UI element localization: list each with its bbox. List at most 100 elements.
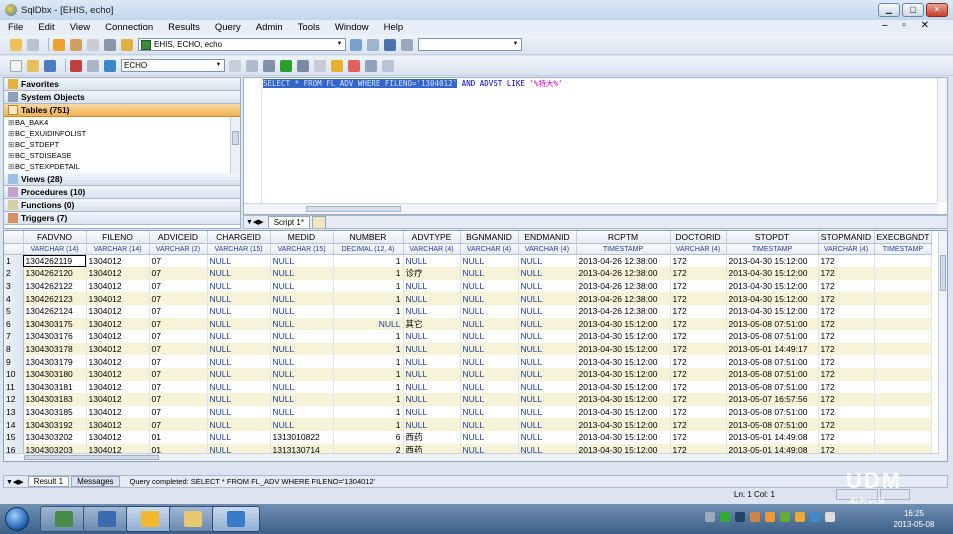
- secondary-select[interactable]: ▼: [418, 38, 522, 51]
- table-cell[interactable]: 2013-04-30 15:12:00: [576, 393, 671, 406]
- table-cell[interactable]: NULL: [270, 393, 334, 406]
- menu-window[interactable]: Window: [335, 22, 369, 33]
- table-cell[interactable]: NULL: [207, 330, 271, 343]
- tab-messages[interactable]: Messages: [71, 476, 120, 487]
- row-number[interactable]: 5: [4, 304, 24, 318]
- clock[interactable]: 16:25 2013-05-08: [888, 508, 940, 530]
- table-cell[interactable]: 1304303185: [23, 405, 87, 419]
- transaction-icon[interactable]: [87, 38, 99, 51]
- table-cell[interactable]: 2013-04-30 15:12:00: [726, 267, 819, 280]
- table-cell[interactable]: 07: [149, 367, 208, 381]
- table-cell[interactable]: NULL: [207, 418, 271, 431]
- table-row[interactable]: 11 1304303181 1304012 07 NULL NULL 1 NULL NULL NU…: [4, 380, 933, 394]
- table-cell[interactable]: NULL: [207, 279, 271, 293]
- table-cell[interactable]: 172: [818, 267, 875, 280]
- table-cell[interactable]: NULL: [207, 342, 271, 356]
- table-cell[interactable]: 1304303202: [23, 430, 87, 444]
- table-cell[interactable]: 1304012: [86, 330, 150, 343]
- table-cell[interactable]: NULL: [270, 317, 334, 331]
- table-cell[interactable]: 1304012: [86, 304, 150, 318]
- schema-select[interactable]: ECHO ▼: [121, 59, 225, 72]
- table-cell[interactable]: 07: [149, 380, 208, 394]
- table-cell[interactable]: 1304262122: [23, 279, 87, 293]
- table-row[interactable]: 4 1304262123 1304012 07 NULL NULL 1 NULL NULL NUL…: [4, 292, 933, 305]
- table-cell[interactable]: 2013-04-30 15:12:00: [576, 342, 671, 356]
- table-cell[interactable]: 2013-04-30 15:12:00: [576, 330, 671, 343]
- table-cell[interactable]: 1: [333, 254, 404, 268]
- column-header[interactable]: ADVICEID: [149, 231, 208, 245]
- table-cell[interactable]: 172: [818, 342, 875, 356]
- table-cell[interactable]: 07: [149, 279, 208, 293]
- table-cell[interactable]: 172: [670, 292, 727, 305]
- table-cell[interactable]: 1304012: [86, 418, 150, 431]
- table-cell[interactable]: [874, 405, 933, 419]
- table-cell[interactable]: NULL: [460, 267, 519, 280]
- table-cell[interactable]: 2013-05-08 07:51:00: [726, 367, 819, 381]
- table-cell[interactable]: 172: [818, 405, 875, 419]
- table-cell[interactable]: 1: [333, 279, 404, 293]
- table-cell[interactable]: NULL: [403, 254, 461, 268]
- table-cell[interactable]: NULL: [518, 254, 577, 268]
- grid-icon[interactable]: [384, 38, 396, 51]
- table-cell[interactable]: 2013-04-30 15:12:00: [726, 304, 819, 318]
- table-cell[interactable]: 07: [149, 317, 208, 331]
- table-cell[interactable]: NULL: [270, 279, 334, 293]
- chevron-down-icon[interactable]: ▼: [214, 61, 223, 70]
- column-header[interactable]: STOPDT: [726, 231, 819, 245]
- table-cell[interactable]: 172: [670, 304, 727, 318]
- table-cell[interactable]: [874, 393, 933, 406]
- table-cell[interactable]: 2013-04-30 15:12:00: [576, 380, 671, 394]
- column-header[interactable]: ADVTYPE: [403, 231, 461, 245]
- row-number[interactable]: 14: [4, 418, 24, 431]
- tools-icon[interactable]: [350, 38, 362, 51]
- grid-horizontal-scrollbar[interactable]: [4, 453, 939, 461]
- table-cell[interactable]: NULL: [518, 418, 577, 431]
- table-cell[interactable]: 01: [149, 430, 208, 444]
- tray-icon[interactable]: [795, 512, 805, 522]
- table-cell[interactable]: 172: [818, 355, 875, 368]
- section-favorites[interactable]: Favorites: [4, 78, 240, 91]
- table-cell[interactable]: NULL: [518, 342, 577, 356]
- table-cell[interactable]: 172: [670, 393, 727, 406]
- table-cell[interactable]: 172: [670, 418, 727, 431]
- table-cell[interactable]: NULL: [207, 380, 271, 394]
- table-cell[interactable]: NULL: [270, 418, 334, 431]
- table-cell[interactable]: NULL: [460, 342, 519, 356]
- table-cell[interactable]: 172: [818, 380, 875, 394]
- table-cell[interactable]: NULL: [518, 355, 577, 368]
- table-cell[interactable]: [874, 330, 933, 343]
- tray-icon[interactable]: [735, 512, 745, 522]
- chevron-down-icon[interactable]: ▼: [511, 40, 520, 49]
- table-cell[interactable]: [874, 267, 933, 280]
- table-cell[interactable]: 172: [670, 367, 727, 381]
- table-cell[interactable]: 2013-04-30 15:12:00: [726, 279, 819, 293]
- row-number[interactable]: 7: [4, 330, 24, 343]
- table-cell[interactable]: 2013-04-26 12:38:00: [576, 292, 671, 305]
- table-cell[interactable]: NULL: [207, 367, 271, 381]
- taskbar-app-4[interactable]: [169, 506, 217, 532]
- taskbar-app-3[interactable]: [126, 506, 174, 532]
- table-cell[interactable]: NULL: [207, 254, 271, 268]
- table-cell[interactable]: NULL: [207, 317, 271, 331]
- table-cell[interactable]: 07: [149, 330, 208, 343]
- row-number[interactable]: 12: [4, 393, 24, 406]
- expand-icon[interactable]: ⊞: [8, 139, 15, 150]
- table-cell[interactable]: 172: [818, 254, 875, 268]
- expand-icon[interactable]: ⊞: [8, 117, 15, 128]
- clear-icon[interactable]: [348, 59, 360, 72]
- table-cell[interactable]: 2013-04-30 15:12:00: [576, 405, 671, 419]
- copy-icon[interactable]: [367, 38, 379, 51]
- table-cell[interactable]: 1: [333, 393, 404, 406]
- table-cell[interactable]: NULL: [460, 254, 519, 268]
- table-cell[interactable]: 172: [818, 279, 875, 293]
- table-item[interactable]: ⊞BC_STDEPT: [4, 139, 240, 150]
- row-number[interactable]: 13: [4, 405, 24, 419]
- connection-select[interactable]: EHIS, ECHO, echo ▼: [138, 38, 346, 51]
- menu-connection[interactable]: Connection: [105, 22, 153, 33]
- table-cell[interactable]: 2013-04-26 12:38:00: [576, 267, 671, 280]
- expand-icon[interactable]: ⊞: [8, 161, 15, 172]
- menu-edit[interactable]: Edit: [38, 22, 54, 33]
- table-cell[interactable]: NULL: [207, 355, 271, 368]
- table-cell[interactable]: 1304262120: [23, 267, 87, 280]
- table-cell[interactable]: NULL: [403, 380, 461, 394]
